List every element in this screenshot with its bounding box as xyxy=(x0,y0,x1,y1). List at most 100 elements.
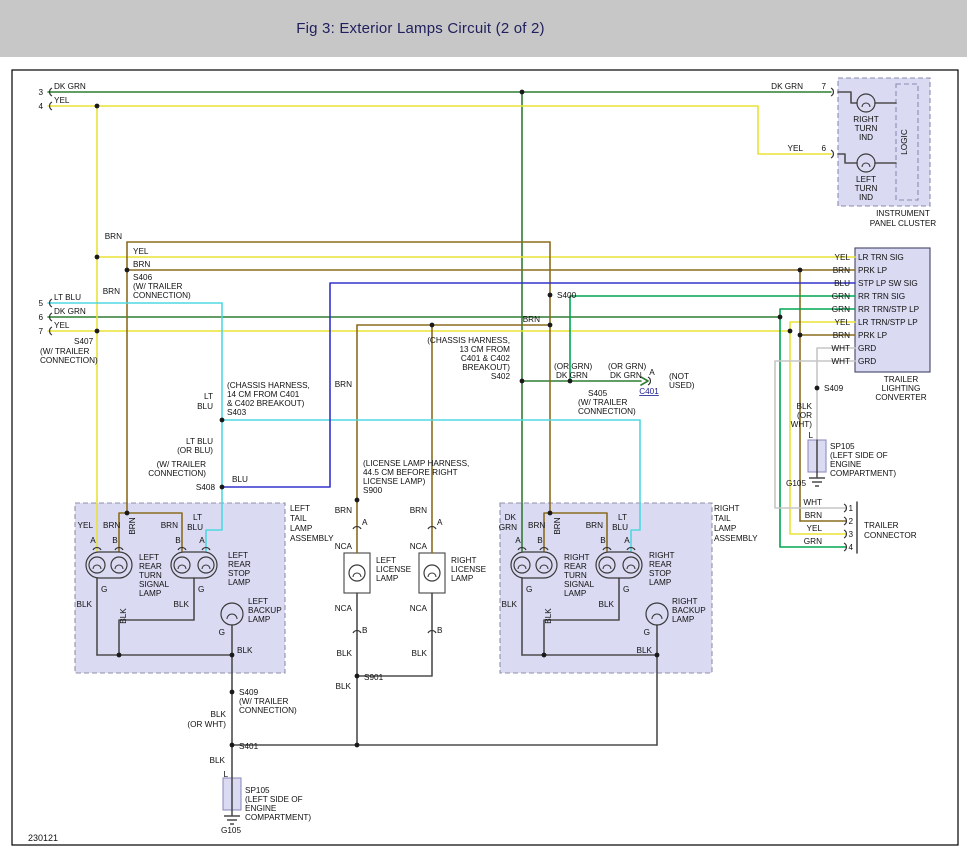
diagram-label: ASSEMBLY xyxy=(290,534,334,543)
diagram-label: 7 xyxy=(38,327,43,336)
junction-dot xyxy=(230,653,235,658)
diagram-label: S401 xyxy=(239,742,259,751)
diagram-label: LAMP xyxy=(672,615,695,624)
junction-dot xyxy=(95,329,100,334)
diagram-label: B xyxy=(437,626,443,635)
diagram-label: BRN xyxy=(103,287,120,296)
diagram-label: S408 xyxy=(196,483,216,492)
diagram-label: COMPARTMENT) xyxy=(830,469,896,478)
diagram-label: S406 xyxy=(133,273,153,282)
diagram-label: BLK xyxy=(544,608,553,624)
diagram-label: LAMP xyxy=(376,574,399,583)
diagram-label: 3 xyxy=(848,530,853,539)
diagram-label: B xyxy=(600,536,606,545)
junction-dot xyxy=(220,485,225,490)
diagram-label: S402 xyxy=(491,372,511,381)
diagram-label: COMPARTMENT) xyxy=(245,813,311,822)
diagram-label: GRN xyxy=(832,305,850,314)
diagram-label: S405 xyxy=(588,389,608,398)
diagram-label: A xyxy=(515,536,521,545)
diagram-label: BRN xyxy=(105,232,122,241)
diagram-label: SP105 xyxy=(245,786,270,795)
diagram-label: BRN xyxy=(133,260,150,269)
diagram-label: BRN xyxy=(805,511,822,520)
diagram-label: LT BLU xyxy=(186,437,213,446)
diagram-label: WHT xyxy=(803,498,822,507)
diagram-label: RIGHT xyxy=(853,115,878,124)
junction-dot xyxy=(520,379,525,384)
diagram-label: BLU xyxy=(232,475,248,484)
diagram-label: 4 xyxy=(848,543,853,552)
junction-dot xyxy=(230,690,235,695)
diagram-label: G xyxy=(623,585,629,594)
diagram-label: 14 CM FROM C401 xyxy=(227,390,300,399)
diagram-label: LAMP xyxy=(228,578,251,587)
diagram-label: REAR xyxy=(139,562,162,571)
diagram-label: ENGINE xyxy=(245,804,277,813)
diagram-label: LIGHTING xyxy=(882,384,921,393)
junction-dot xyxy=(125,268,130,273)
diagram-label: BLK xyxy=(77,600,93,609)
junction-dot xyxy=(542,653,547,658)
diagram-label: LICENSE LAMP) xyxy=(363,477,426,486)
diagram-label: & C402 BREAKOUT) xyxy=(227,399,305,408)
diagram-label: B xyxy=(537,536,543,545)
diagram-label: C401 xyxy=(639,387,659,396)
diagram-label: TURN xyxy=(564,571,587,580)
diagram-label: BLK xyxy=(237,646,253,655)
junction-dot xyxy=(355,498,360,503)
diagram-label: LEFT xyxy=(856,175,876,184)
junction-dot xyxy=(125,511,130,516)
diagram-label: REAR xyxy=(564,562,587,571)
diagram-label: LT xyxy=(204,392,213,401)
diagram-label: DK GRN xyxy=(54,82,86,91)
diagram-label: G xyxy=(198,585,204,594)
diagram-label: BLU xyxy=(612,523,628,532)
diagram-label: ENGINE xyxy=(830,460,862,469)
diagram-label: 230121 xyxy=(28,833,58,843)
diagram-label: GRD xyxy=(858,344,876,353)
diagram-label: GRN xyxy=(832,292,850,301)
diagram-label: LEFT xyxy=(228,551,248,560)
diagram-label: CONNECTION) xyxy=(239,706,297,715)
diagram-label: BLU xyxy=(834,279,850,288)
diagram-label: (OR GRN) xyxy=(554,362,592,371)
diagram-label: BRN xyxy=(833,331,850,340)
diagram-label: DK GRN xyxy=(54,307,86,316)
diagram-label: WHT xyxy=(831,357,850,366)
diagram-label: A xyxy=(624,536,630,545)
junction-dot xyxy=(548,293,553,298)
diagram-label: B xyxy=(175,536,181,545)
diagram-label: BRN xyxy=(161,521,178,530)
diagram-label: 4 xyxy=(38,102,43,111)
diagram-label: WHT xyxy=(831,344,850,353)
diagram-label: NCA xyxy=(335,542,353,551)
diagram-label: BLK xyxy=(174,600,190,609)
diagram-label: RR TRN/STP LP xyxy=(858,305,920,314)
diagram-label: LAMP xyxy=(564,589,587,598)
diagram-label: TURN xyxy=(855,124,878,133)
junction-dot xyxy=(778,315,783,320)
diagram-label: LEFT xyxy=(248,597,268,606)
diagram-label: BRN xyxy=(335,380,352,389)
junction-dot xyxy=(798,333,803,338)
diagram-label: LT BLU xyxy=(54,293,81,302)
diagram-label: BLU xyxy=(197,402,213,411)
diagram-label: L xyxy=(223,770,228,779)
diagram-label: G105 xyxy=(786,479,806,488)
diagram-label: RIGHT xyxy=(672,597,697,606)
diagram-label: (W/ TRAILER xyxy=(157,460,207,469)
diagram-label: (LEFT SIDE OF xyxy=(245,795,303,804)
diagram-label: NCA xyxy=(410,604,428,613)
diagram-label: BLK xyxy=(412,649,428,658)
diagram-label: (CHASSIS HARNESS, xyxy=(427,336,510,345)
diagram-label: LICENSE xyxy=(451,565,487,574)
diagram-label: 2 xyxy=(848,517,853,526)
diagram-label: BRN xyxy=(335,506,352,515)
diagram-label: A xyxy=(649,368,655,377)
diagram-label: CONNECTION) xyxy=(578,407,636,416)
diagram-label: (OR GRN) xyxy=(608,362,646,371)
diagram-label: LAMP xyxy=(451,574,474,583)
diagram-label: (W/ TRAILER xyxy=(133,282,183,291)
diagram-label: (W/ TRAILER xyxy=(40,347,90,356)
